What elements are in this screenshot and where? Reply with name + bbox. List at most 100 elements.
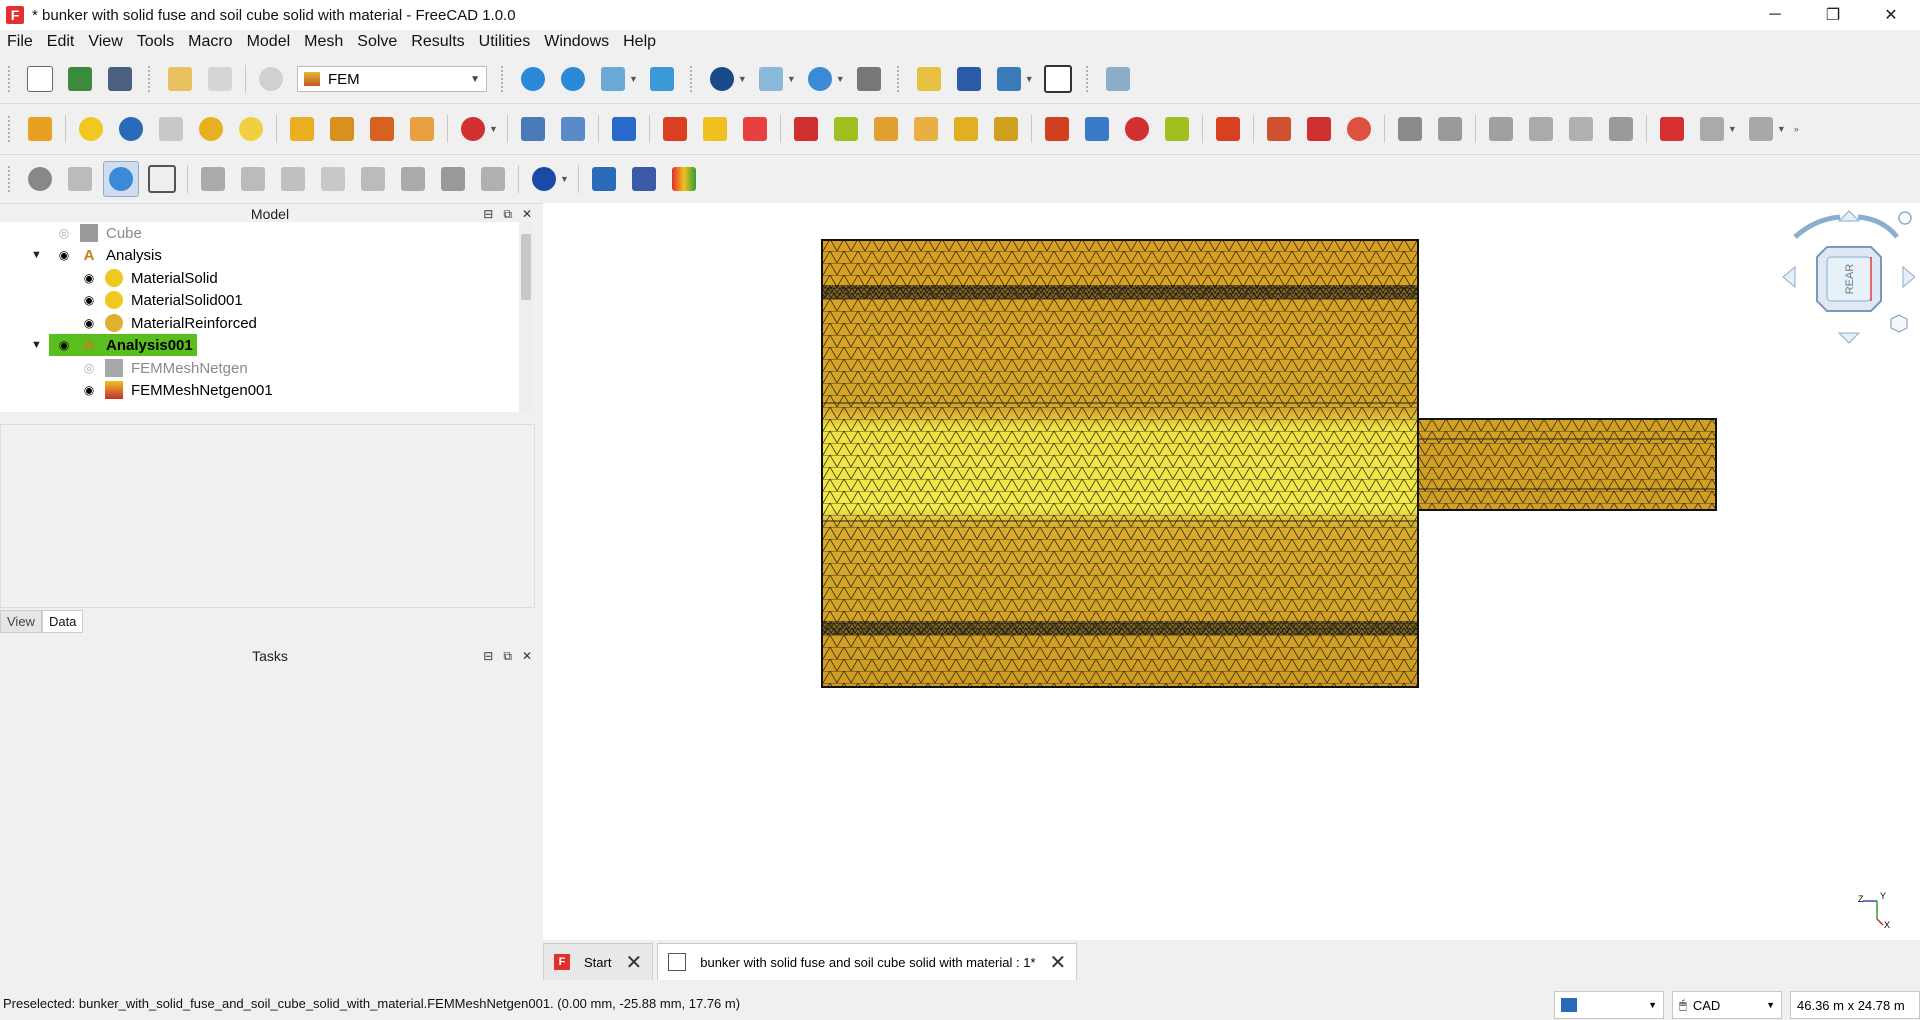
- planar-button[interactable]: [1080, 112, 1114, 146]
- material-fluid-button[interactable]: [114, 112, 148, 146]
- electric-button[interactable]: [1211, 112, 1245, 146]
- tree-item-analysis001[interactable]: ▼ ◉ A Analysis001: [0, 334, 525, 356]
- mesh-region-button[interactable]: [1484, 112, 1518, 146]
- post-scalar-clip-button[interactable]: [276, 162, 310, 196]
- material-reinforced-button[interactable]: [194, 112, 228, 146]
- restore-button[interactable]: ❐: [1804, 0, 1862, 30]
- toolbar-grip[interactable]: [8, 66, 14, 92]
- mesh-group-button[interactable]: [1564, 112, 1598, 146]
- tree-item-material-reinforced[interactable]: ◉ MaterialReinforced: [0, 312, 525, 334]
- temperature-constraint-button[interactable]: [1262, 112, 1296, 146]
- tree-item-material-solid001[interactable]: ◉ MaterialSolid001: [0, 289, 525, 311]
- hidden-eye-icon[interactable]: ◎: [81, 361, 97, 375]
- eye-icon[interactable]: ◉: [56, 338, 72, 352]
- menu-edit[interactable]: Edit: [40, 33, 82, 51]
- show-result-button[interactable]: [587, 162, 621, 196]
- fit-all-button[interactable]: [516, 62, 550, 96]
- fluid-section-button[interactable]: [405, 112, 439, 146]
- minimize-button[interactable]: ─: [1746, 0, 1804, 30]
- panel-float-icon[interactable]: ⧉: [503, 649, 512, 664]
- element-rotation-button[interactable]: [325, 112, 359, 146]
- toolbar-grip[interactable]: [501, 66, 507, 92]
- chevron-down-icon[interactable]: ▼: [836, 74, 845, 84]
- eye-icon[interactable]: ◉: [81, 271, 97, 285]
- macro-button[interactable]: [1041, 62, 1075, 96]
- heatflux-button[interactable]: [1302, 112, 1336, 146]
- post-clip-button[interactable]: [196, 162, 230, 196]
- tree-item-femmeshnetgen[interactable]: ◎ FEMMeshNetgen: [0, 357, 525, 379]
- pressure-button[interactable]: [829, 112, 863, 146]
- chevron-down-icon[interactable]: ▼: [1728, 124, 1737, 134]
- menu-windows[interactable]: Windows: [537, 33, 616, 51]
- spring-button[interactable]: [989, 112, 1023, 146]
- measure-button[interactable]: [803, 62, 837, 96]
- create-part-button[interactable]: [912, 62, 946, 96]
- hidden-eye-icon[interactable]: ◎: [56, 226, 72, 240]
- tree-item-analysis[interactable]: ▼ ◉ A Analysis: [0, 244, 525, 266]
- analysis-button[interactable]: [23, 112, 57, 146]
- menu-view[interactable]: View: [81, 33, 129, 51]
- mesh-netgen-button[interactable]: [1393, 112, 1427, 146]
- cyclic-button[interactable]: [1120, 112, 1154, 146]
- link-button[interactable]: [992, 62, 1026, 96]
- fixed-constraint-button[interactable]: [698, 112, 732, 146]
- body-heat-source-button[interactable]: [1342, 112, 1376, 146]
- menu-macro[interactable]: Macro: [181, 33, 239, 51]
- force-button[interactable]: [789, 112, 823, 146]
- draw-style-button[interactable]: [705, 62, 739, 96]
- purge-results-button[interactable]: [627, 162, 661, 196]
- panel-minimize-icon[interactable]: ⊟: [483, 649, 493, 664]
- toolbar-grip[interactable]: [689, 66, 696, 92]
- fem-mesh-view[interactable]: [543, 203, 1920, 940]
- panel-close-icon[interactable]: ✕: [522, 207, 532, 222]
- material-mixed-button[interactable]: [234, 112, 268, 146]
- result-colors-button[interactable]: [667, 162, 701, 196]
- draw-style-dropdown[interactable]: ▼: [1554, 991, 1664, 1019]
- toolbar-grip[interactable]: [1085, 66, 1092, 92]
- grid-button[interactable]: [145, 162, 179, 196]
- post-contours-button[interactable]: [436, 162, 470, 196]
- menu-solve[interactable]: Solve: [350, 33, 404, 51]
- create-group-button[interactable]: [952, 62, 986, 96]
- post-data-along-line-button[interactable]: [356, 162, 390, 196]
- toolbar-grip[interactable]: [8, 166, 14, 192]
- eye-icon[interactable]: ◉: [56, 248, 72, 262]
- measure-distance-button[interactable]: [852, 62, 886, 96]
- post-data-at-point-button[interactable]: [396, 162, 430, 196]
- clear-mesh-button[interactable]: [23, 162, 57, 196]
- toolbar-grip[interactable]: [896, 66, 903, 92]
- constraint-button[interactable]: [456, 112, 490, 146]
- chevron-down-icon[interactable]: ▼: [787, 74, 796, 84]
- tree-item-material-solid[interactable]: ◉ MaterialSolid: [0, 267, 525, 289]
- whats-this-button[interactable]: [1101, 62, 1135, 96]
- 3d-viewport[interactable]: [543, 203, 1920, 940]
- self-weight-button[interactable]: [869, 112, 903, 146]
- chevron-down-icon[interactable]: ▼: [738, 74, 747, 84]
- shell-thickness-button[interactable]: [365, 112, 399, 146]
- displacement-button[interactable]: [738, 112, 772, 146]
- close-window-button[interactable]: ✕: [1862, 0, 1920, 30]
- toolbar-grip[interactable]: [8, 116, 14, 142]
- menu-tools[interactable]: Tools: [130, 33, 181, 51]
- mesh-display-button[interactable]: [1604, 112, 1638, 146]
- tab-start[interactable]: F Start ✕: [543, 943, 654, 980]
- eye-icon[interactable]: ◉: [81, 316, 97, 330]
- solver-button[interactable]: [1655, 112, 1689, 146]
- chevron-down-icon[interactable]: ▼: [560, 174, 569, 184]
- menu-file[interactable]: File: [0, 33, 40, 51]
- workbench-selector[interactable]: FEM ▼: [297, 66, 487, 92]
- eye-icon[interactable]: ◉: [81, 383, 97, 397]
- toolbar-grip[interactable]: [148, 66, 154, 92]
- mesh-gmsh-button[interactable]: [1433, 112, 1467, 146]
- navigation-cube[interactable]: REAR: [1775, 207, 1915, 347]
- menu-model[interactable]: Model: [240, 33, 298, 51]
- menu-mesh[interactable]: Mesh: [297, 33, 350, 51]
- flow-velocity-button[interactable]: [607, 112, 641, 146]
- panel-minimize-icon[interactable]: ⊟: [483, 207, 493, 222]
- centrif-button[interactable]: [909, 112, 943, 146]
- fit-selection-button[interactable]: [556, 62, 590, 96]
- redo-button[interactable]: [203, 62, 237, 96]
- eye-icon[interactable]: ◉: [81, 293, 97, 307]
- tree-scrollbar[interactable]: [519, 222, 533, 412]
- expand-arrow-icon[interactable]: ▼: [31, 339, 42, 351]
